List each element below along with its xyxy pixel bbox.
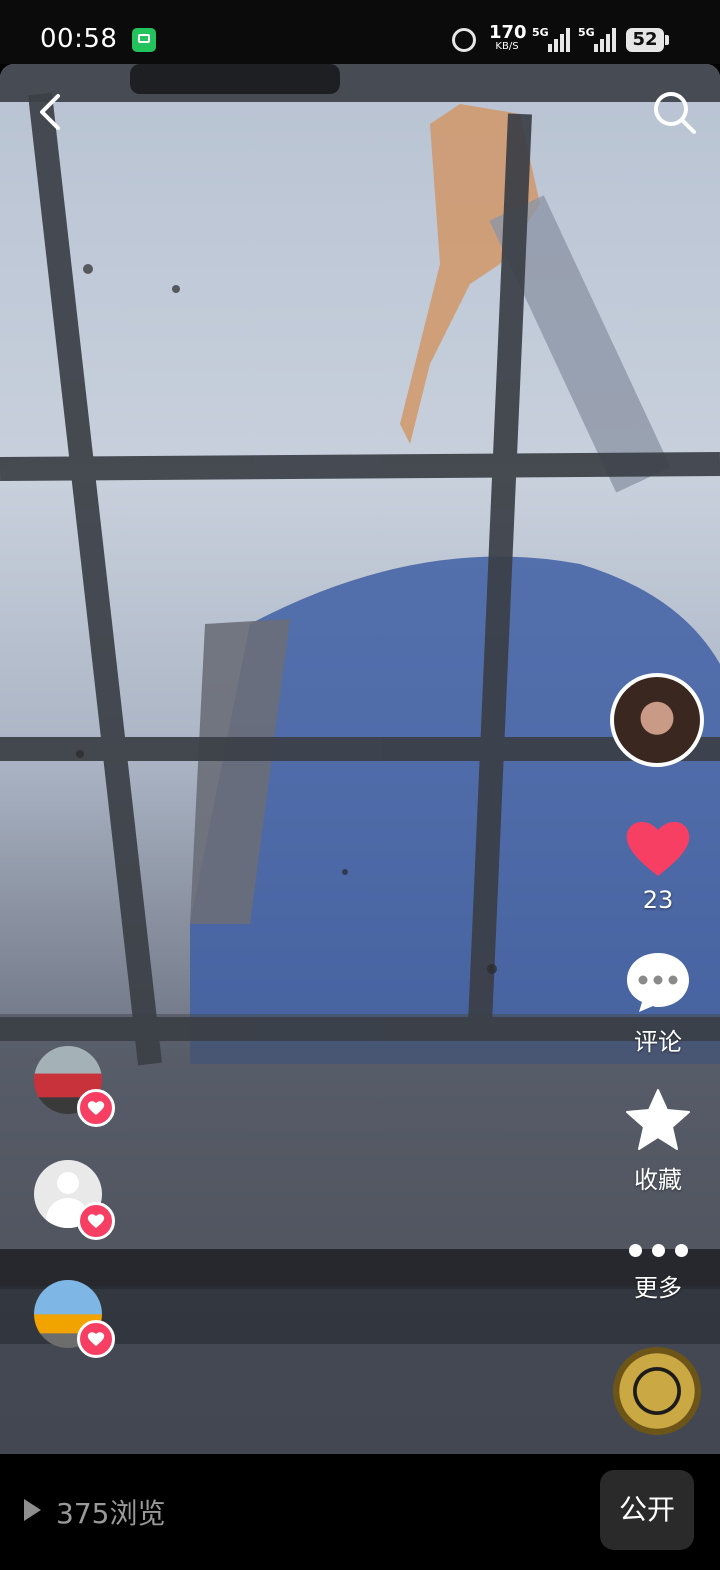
search-button[interactable]: [650, 88, 700, 138]
more-dots-icon: [612, 1236, 704, 1264]
message-app-icon: [132, 28, 156, 52]
network-speed-unit: KB/S: [495, 41, 519, 52]
author-avatar[interactable]: [610, 673, 704, 767]
play-icon: [24, 1499, 41, 1521]
status-bar: 00:58 170 KB/S 5G 5G 52: [0, 0, 720, 64]
views-count: 375浏览: [56, 1497, 166, 1530]
star-icon: [626, 1089, 690, 1150]
heart-icon: [87, 1332, 105, 1346]
comment-label: 评论: [634, 1028, 682, 1056]
network-speed: 170 KB/S: [489, 22, 527, 52]
battery-icon: 52: [626, 28, 669, 52]
liker-heart-badge: [77, 1202, 115, 1240]
user-head: [57, 1172, 79, 1194]
more-label: 更多: [634, 1274, 682, 1302]
signal-icon: 5G: [578, 26, 616, 52]
music-disc[interactable]: [613, 1347, 701, 1435]
status-time: 00:58: [40, 24, 118, 54]
network-speed-value: 170: [489, 22, 527, 43]
sim1-label: 5G: [532, 26, 549, 39]
search-icon: [654, 92, 696, 134]
bottom-bar: 375浏览 公开: [0, 1454, 720, 1570]
liker-heart-badge: [77, 1320, 115, 1358]
heart-icon: [87, 1214, 105, 1228]
heart-icon: [626, 821, 690, 876]
public-button[interactable]: 公开: [600, 1470, 694, 1550]
like-count: 23: [642, 886, 674, 914]
like-button[interactable]: 23: [612, 818, 704, 914]
alarm-icon: [452, 28, 476, 52]
liker-heart-badge: [77, 1089, 115, 1127]
more-button[interactable]: 更多: [612, 1236, 704, 1303]
back-button[interactable]: [30, 90, 74, 134]
favorite-label: 收藏: [634, 1166, 682, 1194]
heart-icon: [87, 1101, 105, 1115]
favorite-button[interactable]: 收藏: [612, 1088, 704, 1195]
chevron-left-icon: [40, 94, 60, 130]
signal-icon: 5G: [532, 26, 570, 52]
comment-button[interactable]: 评论: [612, 950, 704, 1057]
comment-bubble-icon: [627, 953, 689, 1012]
sim2-label: 5G: [578, 26, 595, 39]
